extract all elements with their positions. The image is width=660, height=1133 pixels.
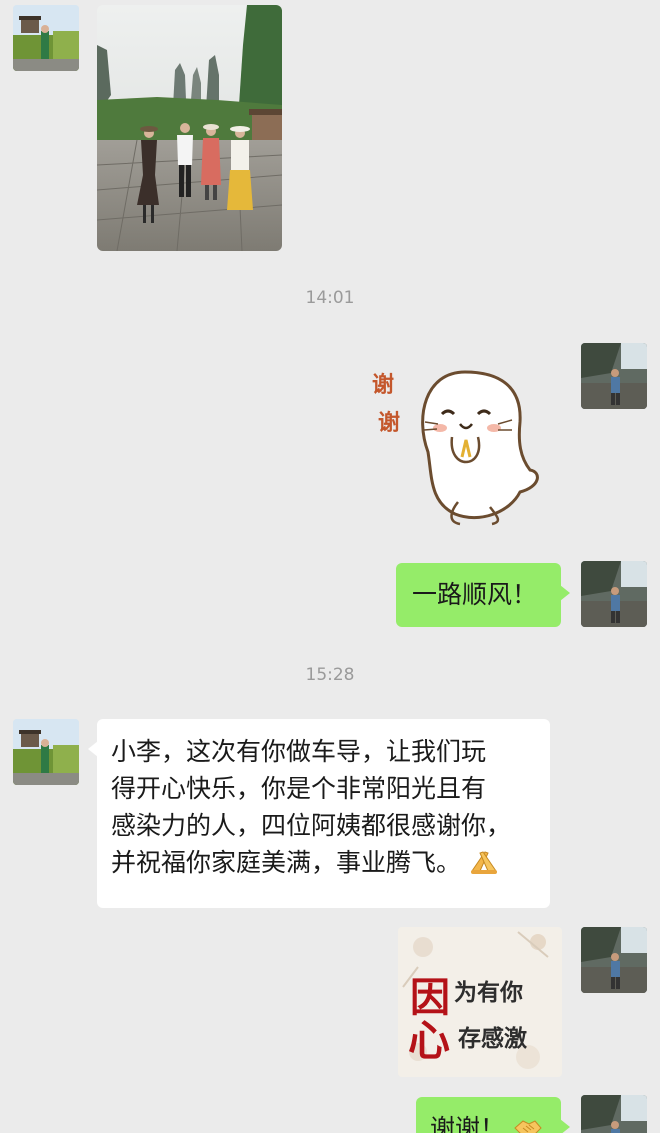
message-line: 并祝福你家庭美满，事业腾飞。 xyxy=(111,848,462,877)
timestamp: 15:28 xyxy=(305,665,355,685)
my-avatar[interactable] xyxy=(581,561,647,627)
message-line: 感染力的人，四位阿姨都很感谢你， xyxy=(111,811,512,840)
card-big-character: 心 xyxy=(408,1016,451,1065)
my-avatar[interactable] xyxy=(581,343,647,409)
sent-message-text: 一路顺风！ xyxy=(412,580,538,609)
sent-message-bubble[interactable]: 谢谢！ xyxy=(416,1097,570,1133)
sticker-text-1: 谢 xyxy=(372,372,394,398)
card-text: 存感激 xyxy=(458,1026,527,1052)
card-text: 为有你 xyxy=(454,980,523,1006)
contact-avatar[interactable] xyxy=(13,5,79,71)
my-avatar[interactable] xyxy=(581,1095,647,1133)
handshake-icon xyxy=(514,1120,542,1133)
my-avatar-image xyxy=(581,1095,647,1133)
contact-avatar[interactable] xyxy=(13,719,79,785)
message-line-last: 并祝福你家庭美满，事业腾飞。 xyxy=(111,844,550,881)
my-avatar[interactable] xyxy=(581,927,647,993)
received-photo-message[interactable] xyxy=(97,5,282,251)
scenic-photo xyxy=(97,5,282,251)
clasped-hands-icon xyxy=(470,851,497,874)
chat-screen: 14:01 谢 谢 一路顺风！ 15:28 小李，这次有你做车导，让我们玩 得开… xyxy=(0,0,660,1133)
contact-avatar-image xyxy=(13,5,79,71)
my-avatar-image xyxy=(581,561,647,627)
my-avatar-image xyxy=(581,343,647,409)
sent-message-bubble[interactable]: 一路顺风！ xyxy=(396,563,570,627)
my-avatar-image xyxy=(581,927,647,993)
gratitude-image-message[interactable]: 因 为有你 心 存感激 xyxy=(398,927,562,1077)
sticker-text-2: 谢 xyxy=(378,410,400,436)
received-message-bubble[interactable]: 小李，这次有你做车导，让我们玩 得开心快乐，你是个非常阳光且有 感染力的人，四位… xyxy=(88,719,550,908)
message-line: 得开心快乐，你是个非常阳光且有 xyxy=(111,774,487,803)
timestamp: 14:01 xyxy=(305,288,355,308)
thank-you-sticker[interactable]: 谢 谢 xyxy=(370,362,550,530)
seal-sticker-drawing: 谢 谢 xyxy=(372,370,539,526)
sent-message-text: 谢谢！ xyxy=(430,1114,506,1133)
message-line: 小李，这次有你做车导，让我们玩 xyxy=(111,737,487,766)
contact-avatar-image xyxy=(13,719,79,785)
